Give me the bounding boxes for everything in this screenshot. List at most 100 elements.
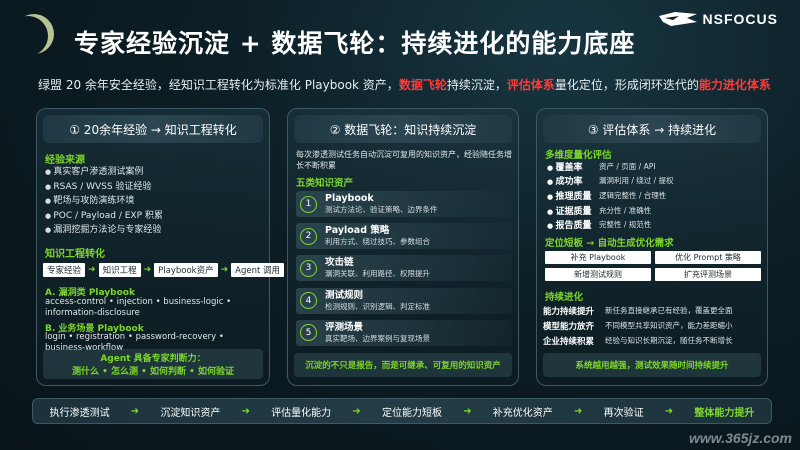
step-desc: 真实靶场、边界案例与复现场景 — [325, 333, 430, 343]
nsfocus-logo: NSFOCUS — [657, 8, 778, 30]
panel-heading: ③ 评估体系 → 持续进化 — [543, 115, 761, 143]
step-desc: 测试方法论、验证策略、边界条件 — [325, 205, 438, 214]
asset-steps: 1 Playbook 测试方法论、验证策略、边界条件 2 Payload 策略 利用… — [296, 191, 512, 352]
optimization-item: 优化 Prompt 策略 — [655, 251, 761, 264]
optimization-item: 扩充评测场景 — [655, 268, 761, 281]
metric-value: 逻辑完整性 / 合理性 — [599, 190, 667, 200]
flow-step: 执行渗透测试 — [49, 407, 110, 419]
flow-step: 再次验证 — [603, 407, 644, 419]
asset-step: 4 测试规则 检测规则、识别逻辑、判定标准 — [296, 287, 512, 314]
metric-key: 报告质量 — [547, 218, 599, 231]
panel-heading: ② 数据飞轮：知识持续沉淀 — [294, 115, 512, 143]
evolution-value: 新任务直接继承已有经验，覆盖更全面 — [605, 306, 733, 315]
list-item: POC / Payload / EXP 积累 — [45, 209, 163, 224]
process-flow-bar: 执行渗透测试 ➜ 沉淀知识资产 ➜ 评估量化能力 ➜ 定位能力短板 ➜ 补充优化… — [32, 398, 772, 424]
optimization-grid: 补充 Playbook 优化 Prompt 策略 新增测试规则 扩充评测场景 — [545, 251, 761, 281]
step-number: 1 — [300, 195, 317, 213]
section-title: 五类知识资产 — [296, 178, 354, 189]
flow-step: 补充优化资产 — [492, 407, 553, 419]
metric-value: 资产 / 页面 / API — [599, 161, 656, 171]
metric-value: 充分性 / 准确性 — [599, 205, 652, 215]
tag: Agent 调用 — [231, 263, 284, 277]
evolution-row: 能力持续提升 新任务直接继承已有经验，覆盖更全面 — [543, 303, 763, 318]
experience-panel: ① 20余年经验 → 知识工程转化 经验来源 真实客户渗透测试案例 RSAS /… — [36, 108, 284, 386]
asset-step: 5 评测场景 真实靶场、边界案例与复现场景 — [296, 319, 512, 346]
step-number: 5 — [300, 324, 317, 342]
step-title: 攻击链 — [325, 257, 354, 269]
metric-value: 完整性 / 规范性 — [599, 220, 652, 230]
metric-value: 漏洞利用 / 绕过 / 提权 — [599, 176, 674, 186]
evolution-key: 模型能力放齐 — [543, 321, 595, 332]
agent-judgment-box: Agent 具备专家判断力： 测什么 • 怎么测 • 如何判断 • 如何验证 — [43, 349, 263, 379]
panel-intro: 每次渗透测试任务自动沉淀可复用的知识资产，经验随任务增长不断积累 — [296, 150, 512, 170]
tag: Playbook资产 — [154, 263, 218, 277]
subtitle-part: 量化定位，形成闭环迭代的 — [554, 78, 699, 92]
evolution-value: 不同模型共享知识资产，能力差距缩小 — [605, 321, 733, 330]
flow-step: 沉淀知识资产 — [160, 407, 221, 419]
evolution-key: 能力持续提升 — [543, 306, 595, 317]
arrow-icon: ➜ — [241, 405, 250, 417]
tag: 知识工程 — [98, 263, 141, 277]
list-item: 靶场与攻防演练环境 — [45, 194, 163, 209]
section-title: 持续进化 — [545, 292, 584, 303]
nsfocus-logo-icon — [658, 12, 697, 26]
logo-text: NSFOCUS — [702, 11, 778, 27]
metric-row: 成功率漏洞利用 / 绕过 / 提权 — [547, 174, 674, 189]
arrow-icon: ➜ — [220, 265, 229, 275]
arrow-icon: ➜ — [573, 405, 583, 417]
metric-row: 报告质量完整性 / 规范性 — [547, 217, 674, 232]
step-title: Playbook — [325, 193, 374, 204]
subtitle-highlight: 评估体系 — [506, 78, 555, 92]
flow-step: 评估量化能力 — [271, 407, 332, 419]
optimization-item: 补充 Playbook — [545, 251, 651, 264]
arrow-icon: ➜ — [88, 265, 96, 275]
subtitle-part: 绿盟 20 余年安全经验，经知识工程转化为标准化 Playbook 资产， — [38, 78, 399, 92]
step-desc: 漏洞关联、利用路径、权限提升 — [325, 269, 430, 279]
metric-row: 证据质量充分性 / 准确性 — [547, 203, 674, 218]
arrow-icon: ➜ — [143, 265, 152, 275]
subtitle-highlight: 数据飞轮 — [398, 78, 447, 92]
step-number: 2 — [300, 227, 317, 245]
asset-step: 2 Payload 策略 利用方式、绕过技巧、参数组合 — [296, 223, 512, 250]
flow-step: 定位能力短板 — [381, 407, 442, 419]
step-title: Payload 策略 — [325, 225, 390, 237]
arrow-icon: ➜ — [130, 405, 140, 417]
data-flywheel-panel: ② 数据飞轮：知识持续沉淀 每次渗透测试任务自动沉淀可复用的知识资产，经验随任务… — [287, 108, 519, 386]
step-number: 4 — [300, 292, 317, 310]
evolution-key: 企业持续积累 — [543, 336, 595, 347]
subtitle-highlight: 能力进化体系 — [698, 78, 771, 92]
section-title: 定位短板 → 自动生成优化需求 — [545, 238, 674, 249]
tag: 专家经验 — [43, 263, 86, 277]
source-list: 真实客户渗透测试案例 RSAS / WVSS 验证经验 靶场与攻防演练环境 PO… — [45, 165, 163, 238]
evolution-row: 模型能力放齐 不同模型共享知识资产，能力差距缩小 — [543, 318, 763, 333]
evolution-list: 能力持续提升 新任务直接继承已有经验，覆盖更全面 模型能力放齐 不同模型共享知识资产… — [543, 303, 763, 348]
watermark: www.365jz.com — [689, 430, 792, 446]
section-title: 经验来源 — [45, 155, 85, 166]
panel-footer: 系统越用越强，测试效果随时间持续提升 — [543, 353, 761, 377]
step-number: 3 — [300, 259, 317, 277]
arrow-icon: ➜ — [352, 405, 361, 417]
asset-step: 1 Playbook 测试方法论、验证策略、边界条件 — [296, 191, 512, 217]
metric-row: 覆盖率资产 / 页面 / API — [547, 159, 674, 174]
asset-step: 3 攻击链 漏洞关联、利用路径、权限提升 — [296, 255, 512, 282]
metric-row: 推理质量逻辑完整性 / 合理性 — [547, 188, 674, 203]
list-item: 漏洞挖掘方法论与专家经验 — [45, 223, 163, 238]
moon-decoration — [14, 14, 54, 54]
panel-footer: 沉淀的不只是报告，而是可继承、可复用的知识资产 — [294, 353, 512, 377]
playbook-a-text: access-control • injection • business-lo… — [45, 297, 232, 318]
agent-line: Agent 具备专家判断力： — [100, 354, 206, 364]
list-item: RSAS / WVSS 验证经验 — [45, 180, 163, 195]
step-title: 评测场景 — [325, 321, 364, 333]
metric-key: 覆盖率 — [547, 160, 599, 173]
evolution-value: 经验与知识长期沉淀，随任务不断增长 — [605, 336, 733, 345]
step-title: 测试规则 — [325, 289, 364, 301]
step-desc: 检测规则、识别逻辑、判定标准 — [325, 301, 430, 311]
metric-key: 推理质量 — [547, 189, 599, 202]
metric-key: 证据质量 — [547, 204, 599, 217]
arrow-icon: ➜ — [463, 405, 472, 417]
metric-key: 成功率 — [547, 174, 599, 187]
evolution-row: 企业持续积累 经验与知识长期沉淀，随任务不断增长 — [543, 333, 763, 348]
step-desc: 利用方式、绕过技巧、参数组合 — [325, 237, 430, 247]
metric-list: 覆盖率资产 / 页面 / API 成功率漏洞利用 / 绕过 / 提权 推理质量逻… — [547, 159, 674, 232]
flow-step-final: 整体能力提升 — [694, 407, 755, 419]
